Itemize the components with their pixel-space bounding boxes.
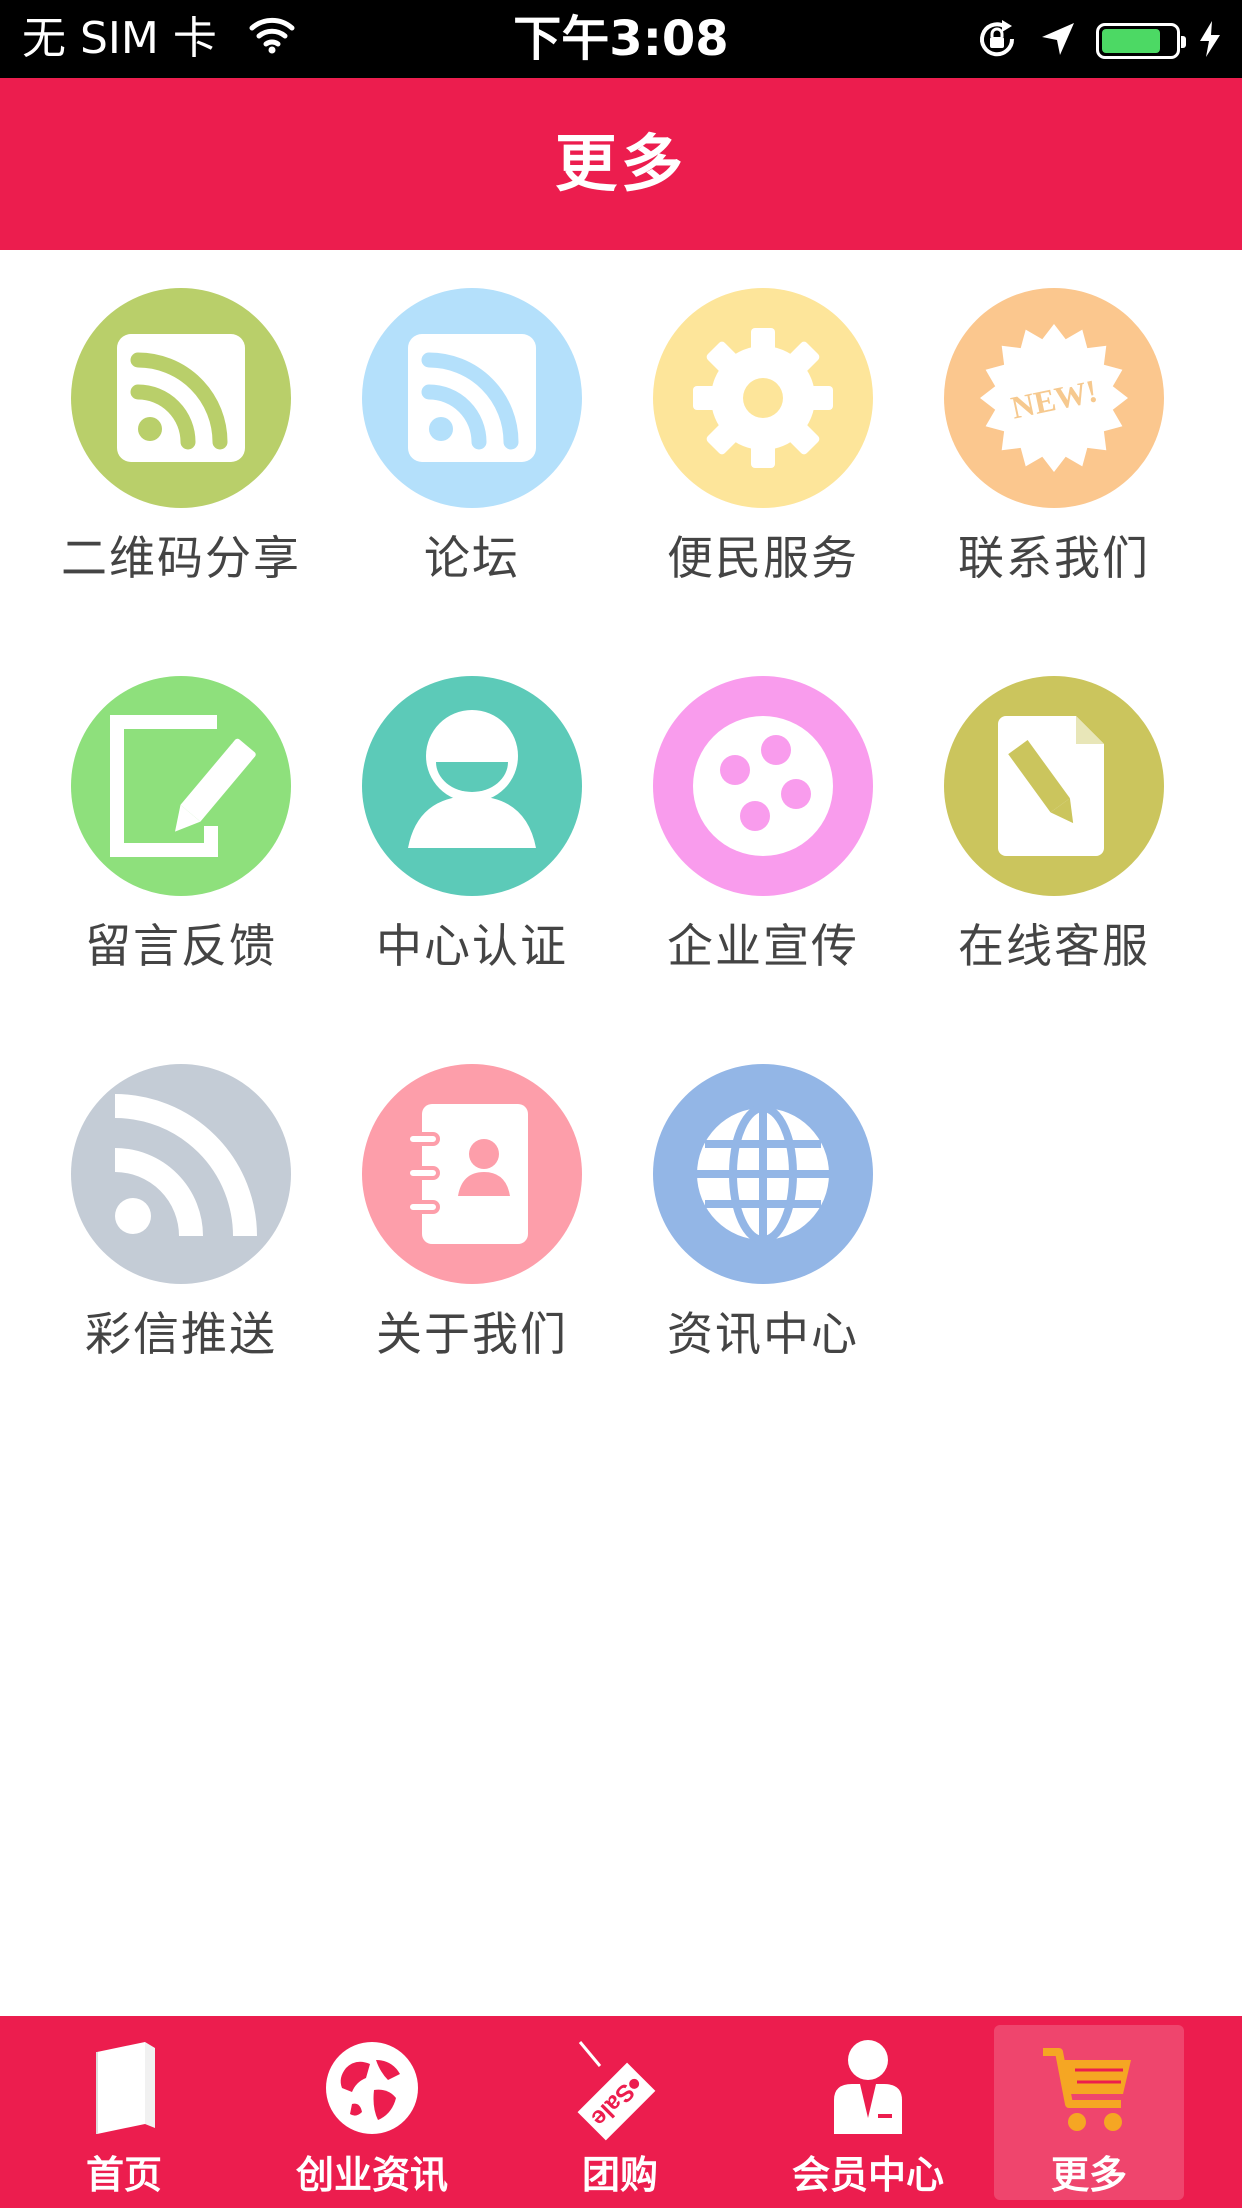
tab-label: 创业资讯 bbox=[295, 2153, 448, 2197]
grid-item-label: 在线客服 bbox=[958, 919, 1150, 973]
grid-item-news-center[interactable]: 资讯中心 bbox=[582, 1026, 873, 1414]
grid-item-label: 资讯中心 bbox=[667, 1307, 859, 1361]
sale-tag-icon: Sale bbox=[570, 2038, 670, 2152]
tab-group-buy[interactable]: Sale 团购 bbox=[496, 2016, 744, 2208]
new-badge-icon: NEW! bbox=[944, 288, 1164, 508]
tab-bar: 首页 创业资讯 Sale 团购 会员中心 更多 bbox=[0, 2016, 1242, 2208]
battery-level bbox=[1102, 29, 1160, 53]
grid-item-center-certification[interactable]: 中心认证 bbox=[291, 638, 582, 1026]
user-icon bbox=[362, 676, 582, 896]
member-icon bbox=[818, 2038, 918, 2142]
grid-item-label: 联系我们 bbox=[958, 531, 1150, 585]
status-bar: 无 SIM 卡 下午3:08 bbox=[0, 0, 1242, 78]
grid-item-contact-us[interactable]: NEW! 联系我们 bbox=[873, 250, 1164, 638]
tab-home[interactable]: 首页 bbox=[0, 2016, 248, 2208]
battery-icon bbox=[1096, 23, 1186, 59]
grid-item-about-us[interactable]: 关于我们 bbox=[291, 1026, 582, 1414]
grid-item-forum[interactable]: 论坛 bbox=[291, 250, 582, 638]
rss-square-icon bbox=[362, 288, 582, 508]
status-right-group bbox=[974, 16, 1222, 66]
address-book-icon bbox=[362, 1064, 582, 1284]
gear-icon bbox=[653, 288, 873, 508]
grid-item-corporate-promotion[interactable]: 企业宣传 bbox=[582, 638, 873, 1026]
rotation-lock-icon bbox=[974, 16, 1020, 66]
grid-item-mms-push[interactable]: 彩信推送 bbox=[0, 1026, 291, 1414]
tab-member-center[interactable]: 会员中心 bbox=[744, 2016, 992, 2208]
rss-square-icon bbox=[71, 288, 291, 508]
grid-item-online-service[interactable]: 在线客服 bbox=[873, 638, 1164, 1026]
nav-header: 更多 bbox=[0, 78, 1242, 250]
location-arrow-icon bbox=[1038, 19, 1078, 63]
tab-more[interactable]: 更多 bbox=[994, 2016, 1242, 2208]
book-icon bbox=[79, 2038, 169, 2142]
tab-label: 会员中心 bbox=[791, 2153, 944, 2197]
tab-startup-news[interactable]: 创业资讯 bbox=[248, 2016, 496, 2208]
cart-icon bbox=[1039, 2038, 1139, 2142]
tab-label: 首页 bbox=[85, 2153, 162, 2197]
grid-item-qr-share[interactable]: 二维码分享 bbox=[0, 250, 299, 638]
charging-bolt-icon bbox=[1198, 19, 1222, 63]
grid-item-feedback[interactable]: 留言反馈 bbox=[0, 638, 291, 1026]
grid-item-convenience-services[interactable]: 便民服务 bbox=[582, 250, 873, 638]
document-pencil-icon bbox=[944, 676, 1164, 896]
film-reel-icon bbox=[653, 676, 873, 896]
tab-label: 团购 bbox=[581, 2153, 658, 2197]
globe-icon bbox=[322, 2038, 422, 2142]
rss-icon bbox=[71, 1064, 291, 1284]
globe-icon bbox=[653, 1064, 873, 1284]
page-title: 更多 bbox=[554, 127, 687, 200]
tab-label: 更多 bbox=[1050, 2153, 1127, 2197]
edit-icon bbox=[71, 676, 291, 896]
